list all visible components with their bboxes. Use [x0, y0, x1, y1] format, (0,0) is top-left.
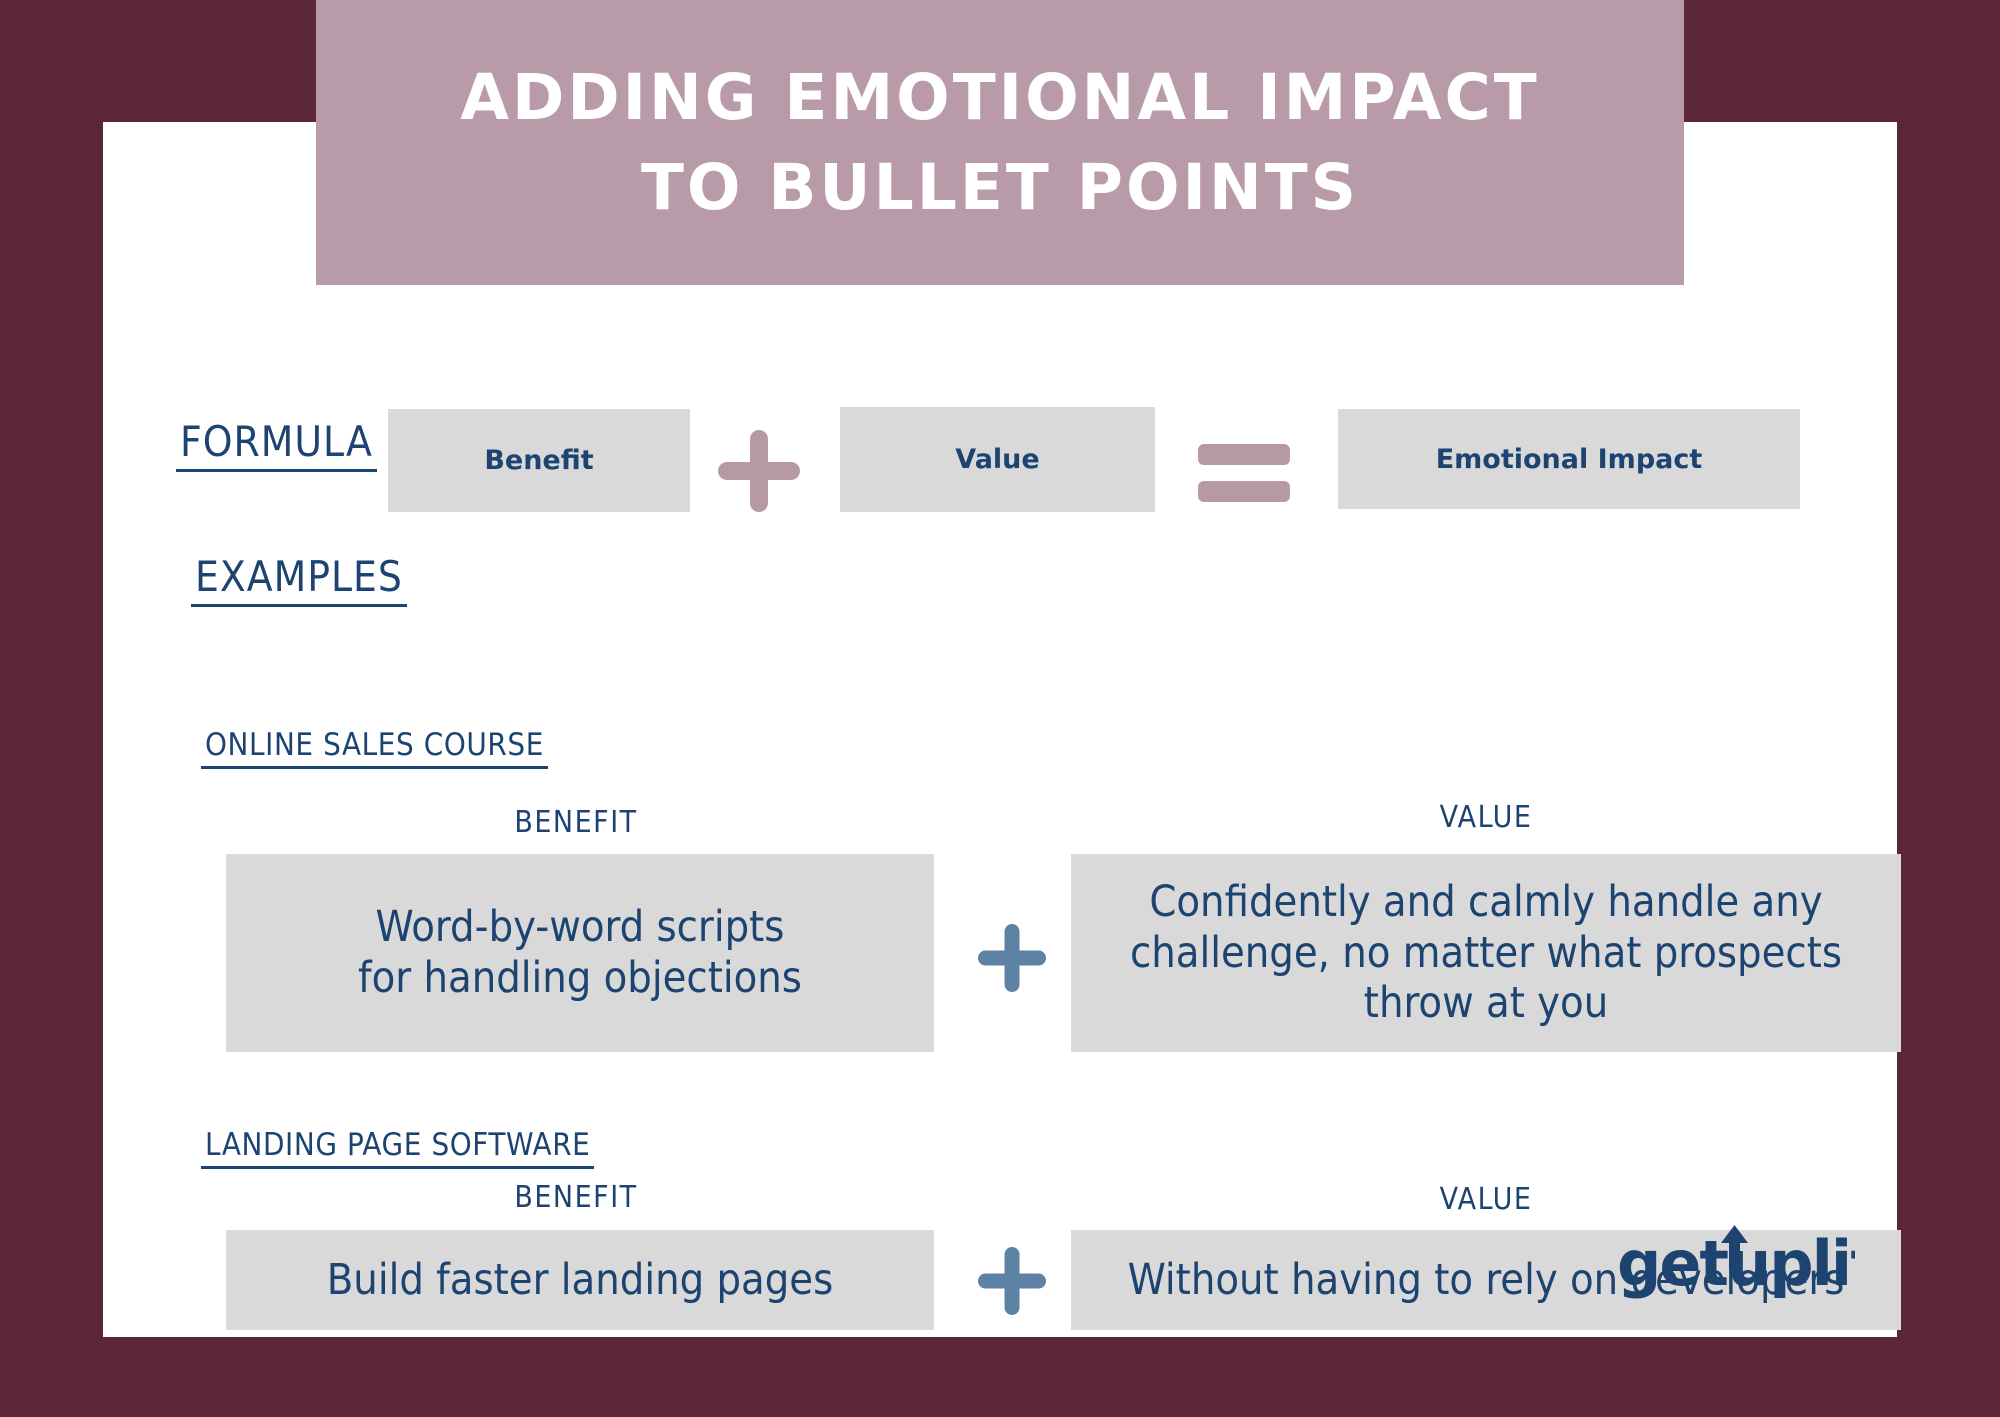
title-banner: ADDING EMOTIONAL IMPACT TO BULLET POINTS	[316, 0, 1684, 285]
plus-icon	[978, 1247, 1046, 1315]
formula-heading: FORMULA	[176, 417, 377, 472]
formula-result-label: Emotional Impact	[1435, 443, 1703, 475]
example-benefit-box: Build faster landing pages	[226, 1230, 934, 1330]
example-benefit-header: BENEFIT	[514, 1180, 638, 1215]
title-line-1: ADDING EMOTIONAL IMPACT	[460, 61, 1540, 135]
formula-result-box: Emotional Impact	[1338, 409, 1800, 509]
getuplift-logo: getuplift	[1617, 1223, 1855, 1299]
example-benefit-header: BENEFIT	[514, 805, 638, 840]
plus-icon	[978, 924, 1046, 992]
example-value-text: Confidently and calmly handle any challe…	[1129, 876, 1843, 1029]
formula-section: FORMULA Benefit Value Emotional Impact	[103, 387, 1897, 517]
formula-benefit-label: Benefit	[484, 445, 594, 476]
example-value-header: VALUE	[1439, 1182, 1533, 1217]
example-benefit-text: Build faster landing pages	[326, 1254, 834, 1305]
formula-value-label: Value	[955, 444, 1040, 475]
formula-benefit-box: Benefit	[388, 409, 690, 512]
example-benefit-text: Word-by-word scripts for handling object…	[358, 902, 802, 1003]
formula-value-box: Value	[840, 407, 1155, 512]
example-title: ONLINE SALES COURSE	[201, 727, 548, 769]
equals-icon	[1198, 444, 1290, 502]
poster-card: FORMULA Benefit Value Emotional Impact E…	[103, 122, 1901, 1337]
title-line-2: TO BULLET POINTS	[640, 150, 1360, 224]
example-title: LANDING PAGE SOFTWARE	[201, 1127, 595, 1169]
example-benefit-box: Word-by-word scripts for handling object…	[226, 854, 934, 1052]
example-value-header: VALUE	[1439, 800, 1533, 835]
examples-heading: EXAMPLES	[191, 552, 407, 607]
example-value-box: Confidently and calmly handle any challe…	[1071, 854, 1901, 1052]
plus-icon	[718, 430, 800, 512]
example-online-sales-course: ONLINE SALES COURSE BENEFIT VALUE Word-b…	[103, 727, 1901, 1067]
